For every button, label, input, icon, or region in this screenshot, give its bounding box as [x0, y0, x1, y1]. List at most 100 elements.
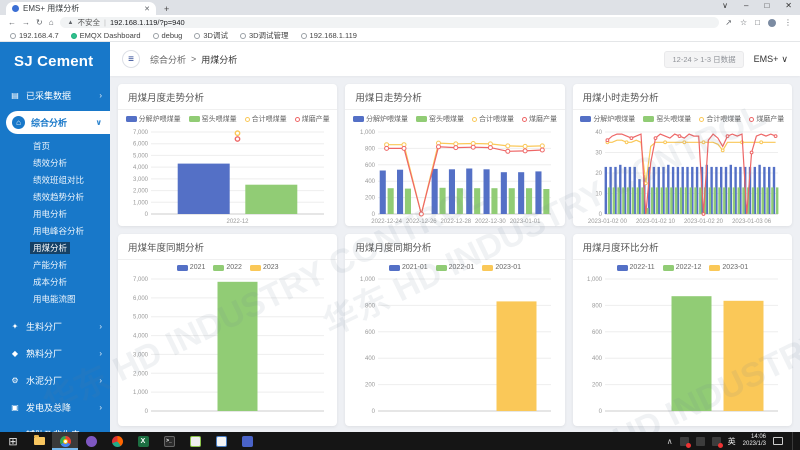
legend-marker-icon: [699, 117, 704, 122]
legend-item[interactable]: 2022-11: [617, 264, 655, 271]
breadcrumb-root[interactable]: 综合分析: [150, 53, 186, 66]
sidebar-item-comprehensive-analysis[interactable]: ⌂ 综合分析 ∨: [6, 111, 110, 134]
legend-item[interactable]: 2022: [213, 264, 242, 271]
legend-item[interactable]: 2022-01: [436, 264, 475, 271]
sidebar-item-coal-analysis[interactable]: 用煤分析: [0, 239, 110, 256]
new-tab-button[interactable]: +: [164, 4, 169, 14]
bookmark-item[interactable]: 3D调试管理: [240, 30, 289, 41]
url-input[interactable]: ▲ 不安全 | 192.168.1.119/?p=940: [60, 17, 720, 28]
home-icon[interactable]: ⌂: [49, 18, 54, 27]
file-explorer-icon[interactable]: [26, 432, 52, 450]
legend-item[interactable]: 煤磨产量: [295, 114, 330, 124]
show-desktop-button[interactable]: [792, 432, 796, 450]
tab-search-icon[interactable]: ∨: [722, 1, 728, 10]
browser-tab[interactable]: EMS+ 用煤分析 ✕: [6, 2, 156, 15]
mqttx-icon[interactable]: [78, 432, 104, 450]
yearly-compare-chart[interactable]: 01,0002,0003,0004,0005,0006,0007,000: [124, 272, 332, 422]
app-select-dropdown[interactable]: EMS+ ∨: [754, 54, 788, 65]
sidebar-item-collected-data[interactable]: ▤ 已采集数据 ›: [0, 82, 110, 109]
legend-item[interactable]: 分解炉喂煤量: [126, 114, 181, 124]
svg-text:2,000: 2,000: [133, 189, 149, 195]
bookmark-item[interactable]: EMQX Dashboard: [71, 31, 141, 40]
bookmark-item[interactable]: 192.168.4.7: [10, 31, 59, 40]
window-close-button[interactable]: ✕: [785, 1, 792, 10]
start-button[interactable]: ⊞: [0, 432, 26, 450]
legend-item[interactable]: 分解炉喂煤量: [353, 114, 408, 124]
action-center-icon[interactable]: [773, 437, 783, 445]
back-icon[interactable]: ←: [8, 18, 16, 27]
forward-icon[interactable]: →: [22, 18, 30, 27]
monthly-mom-chart[interactable]: 02004006008001,000: [578, 272, 786, 422]
legend-item[interactable]: 2023-01: [709, 264, 748, 271]
power-icon: ▣: [10, 403, 20, 412]
legend-item[interactable]: 窑头喂煤量: [416, 114, 464, 124]
daily-trend-chart[interactable]: 02004006008001,0002022-12-242022-12-2620…: [351, 125, 559, 225]
profile-avatar[interactable]: [768, 19, 776, 27]
sidebar-item-power-flow-diagram[interactable]: 用电能流图: [0, 290, 110, 307]
legend-item[interactable]: 窑头喂煤量: [643, 114, 691, 124]
svg-text:800: 800: [365, 146, 376, 152]
sidebar-item-power-analysis[interactable]: 用电分析: [0, 205, 110, 222]
sidebar-item-cement-plant[interactable]: ⚙水泥分厂›: [0, 367, 110, 394]
legend-item[interactable]: 2023: [250, 264, 279, 271]
sidebar-item-performance-trend[interactable]: 绩效趋势分析: [0, 188, 110, 205]
doc-app-icon[interactable]: [208, 432, 234, 450]
window-minimize-button[interactable]: –: [744, 1, 748, 10]
monthly-yoy-chart[interactable]: 02004006008001,000: [351, 272, 559, 422]
excel-icon[interactable]: X: [130, 432, 156, 450]
svg-text:4,000: 4,000: [133, 165, 149, 171]
svg-text:800: 800: [365, 303, 376, 309]
side-panel-icon[interactable]: □: [755, 18, 760, 27]
browser-menu-icon[interactable]: ⋮: [784, 18, 792, 27]
breadcrumb-current: 用煤分析: [201, 53, 237, 66]
tray-app-icon[interactable]: [680, 437, 689, 446]
hourly-trend-chart[interactable]: 0102030402023-01-02 002023-01-02 102023-…: [578, 125, 786, 225]
tray-volume-icon[interactable]: [712, 437, 721, 446]
chrome-icon[interactable]: [52, 432, 78, 450]
sidebar-item-raw-material-plant[interactable]: ✦生料分厂›: [0, 313, 110, 340]
sidebar-item-performance-analysis[interactable]: 绩效分析: [0, 154, 110, 171]
taskbar-clock[interactable]: 14:06 2023/1/3: [743, 434, 766, 448]
legend-item[interactable]: 煤磨产量: [749, 114, 784, 124]
sidebar-item-capacity-analysis[interactable]: 产能分析: [0, 256, 110, 273]
reload-icon[interactable]: ↻: [36, 18, 43, 27]
svg-text:2022-12-28: 2022-12-28: [440, 219, 471, 225]
sidebar-item-clinker-plant[interactable]: ◆熟料分厂›: [0, 340, 110, 367]
bookmark-item[interactable]: 3D调试: [194, 30, 228, 41]
legend-item[interactable]: 2021: [177, 264, 206, 271]
legend-item[interactable]: 窑头喂煤量: [189, 114, 237, 124]
legend-item[interactable]: 煤磨产量: [522, 114, 557, 124]
clinker-icon: ◆: [10, 349, 20, 358]
teams-icon[interactable]: [234, 432, 260, 450]
sidebar-item-cost-analysis[interactable]: 成本分析: [0, 273, 110, 290]
sidebar-item-power-generation[interactable]: ▣发电及总降›: [0, 394, 110, 421]
bookmark-star-icon[interactable]: ☆: [740, 18, 747, 27]
terminal-icon[interactable]: >_: [156, 432, 182, 450]
legend-item[interactable]: 合计喂煤量: [472, 114, 514, 124]
legend-item[interactable]: 2023-01: [482, 264, 521, 271]
legend-item[interactable]: 2021-01: [389, 264, 428, 271]
legend-item[interactable]: 分解炉喂煤量: [580, 114, 635, 124]
bookmark-item[interactable]: 192.168.1.119: [301, 31, 357, 40]
tab-close-icon[interactable]: ✕: [144, 5, 150, 13]
collapse-menu-icon[interactable]: ≡: [122, 50, 140, 68]
legend-item[interactable]: 2022-12: [663, 264, 702, 271]
date-range-badge[interactable]: 12-24 > 1-3 日数据: [664, 51, 743, 68]
bookmark-item[interactable]: debug: [153, 31, 183, 40]
tray-expand-icon[interactable]: ∧: [667, 437, 673, 446]
ime-indicator[interactable]: 英: [728, 436, 736, 447]
sidebar-item-auxiliary[interactable]: ◼辅助及非生产›: [0, 421, 110, 432]
tray-chat-icon[interactable]: [696, 437, 705, 446]
sidebar-item-performance-team-compare[interactable]: 绩效班组对比: [0, 171, 110, 188]
legend-marker-icon: [663, 265, 674, 271]
monthly-trend-chart[interactable]: 01,0002,0003,0004,0005,0006,0007,0002022…: [124, 125, 332, 225]
share-icon[interactable]: ↗: [725, 18, 732, 27]
legend-item[interactable]: 合计喂煤量: [699, 114, 741, 124]
window-maximize-button[interactable]: □: [764, 1, 769, 10]
notepad-app-icon[interactable]: [182, 432, 208, 450]
legend-item[interactable]: 合计喂煤量: [245, 114, 287, 124]
sidebar-item-home[interactable]: 首页: [0, 137, 110, 154]
security-warning-icon[interactable]: ▲: [68, 20, 74, 26]
sidebar-item-power-peak-valley[interactable]: 用电峰谷分析: [0, 222, 110, 239]
color-app-icon[interactable]: [104, 432, 130, 450]
